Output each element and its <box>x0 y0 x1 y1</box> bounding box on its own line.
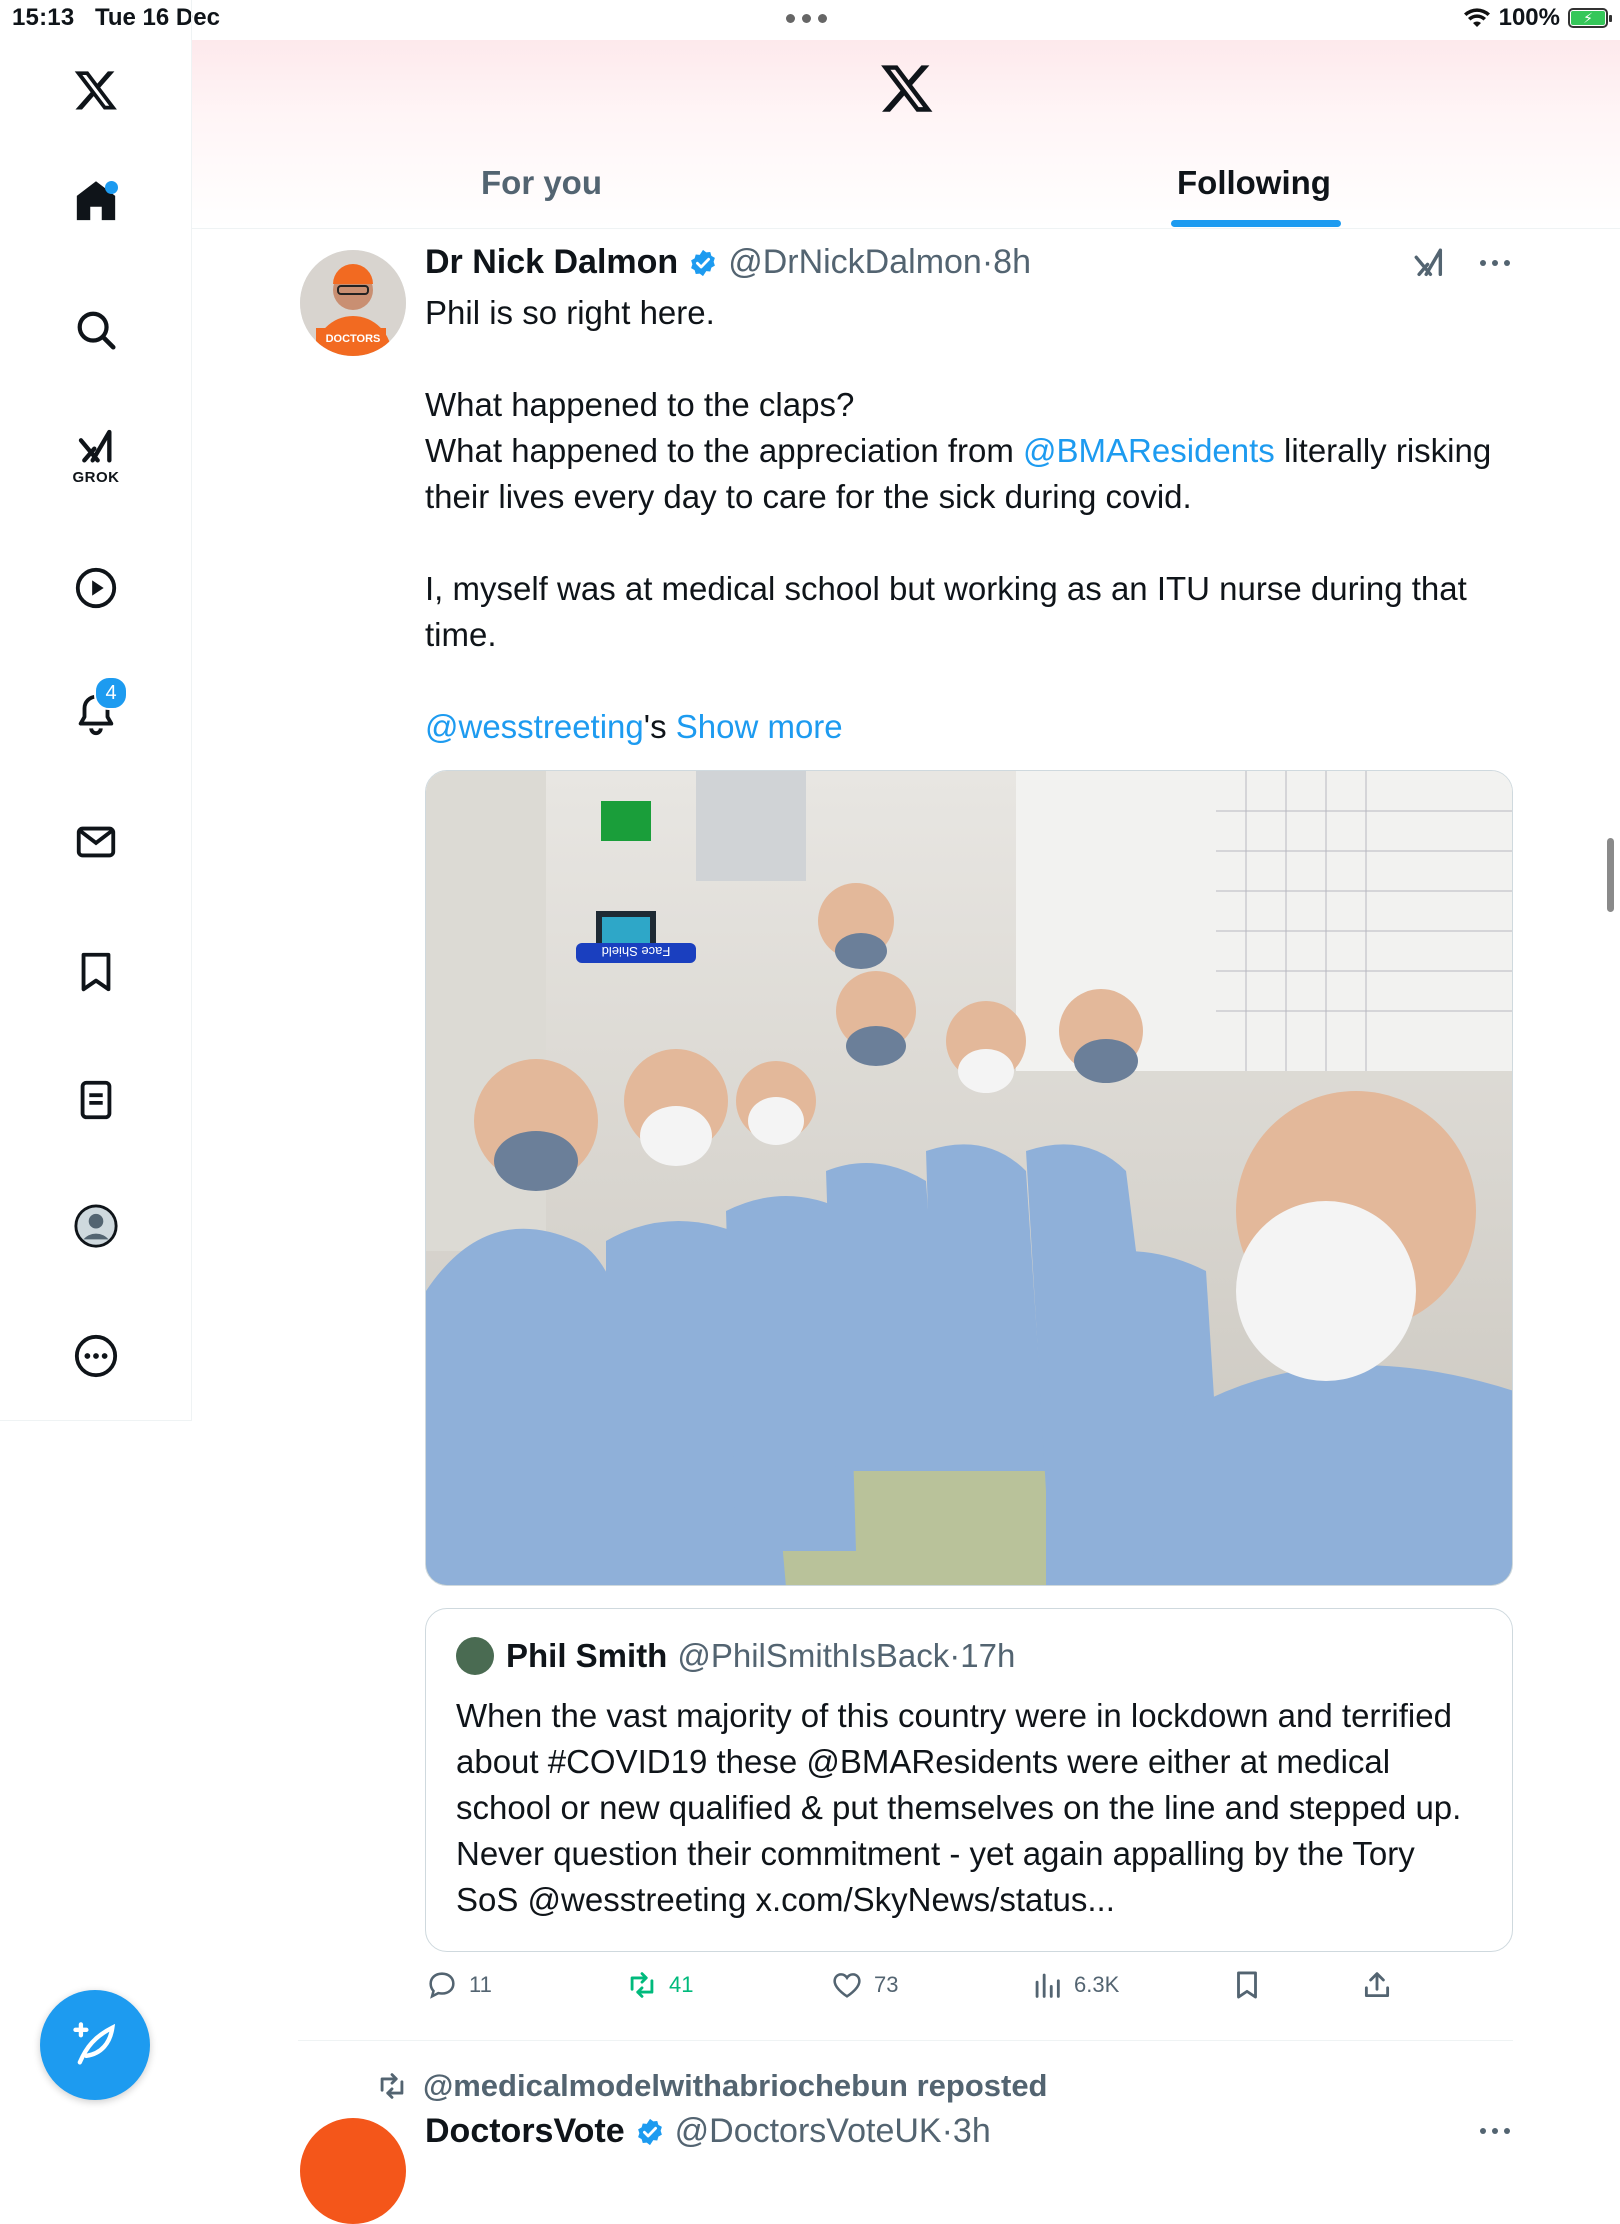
views-button[interactable]: 6.3K <box>1030 1968 1119 2002</box>
tweet-time[interactable]: 8h <box>993 243 1031 282</box>
timeline-header: For you Following <box>192 40 1620 229</box>
mention-link[interactable]: @BMAResidents <box>1023 432 1275 469</box>
reply-button[interactable]: 11 <box>425 1968 492 2002</box>
more-options-icon[interactable] <box>1478 258 1512 268</box>
quoted-tweet-text: When the vast majority of this country w… <box>456 1697 1462 1918</box>
notifications-badge: 4 <box>94 676 128 710</box>
views-count: 6.3K <box>1074 1972 1120 1997</box>
battery-icon: ⚡ <box>1568 8 1612 28</box>
status-right: 100% ⚡ <box>1463 4 1612 32</box>
tab-for-you[interactable]: For you <box>481 164 602 234</box>
tweet-line: Phil is so right here. <box>425 294 715 331</box>
tweet-text: Phil is so right here. What happened to … <box>425 290 1515 750</box>
quoted-author-line: Phil Smith @PhilSmithIsBack · 17h <box>456 1637 1015 1675</box>
avatar <box>456 1637 494 1675</box>
repost-icon <box>630 1972 654 1998</box>
like-button[interactable]: 73 <box>830 1968 898 2002</box>
avatar[interactable]: DOCTORS <box>300 250 406 356</box>
more-circle-icon <box>74 1334 118 1378</box>
bookmark-button[interactable] <box>1230 1968 1264 2002</box>
x-logo-icon[interactable] <box>50 44 142 136</box>
compose-post-button[interactable] <box>40 1990 150 2100</box>
quoted-author-name: Phil Smith <box>506 1637 668 1674</box>
verified-badge-icon <box>637 2118 662 2145</box>
repost-button[interactable]: 41 <box>625 1968 693 2002</box>
reply-count: 11 <box>469 1972 492 1997</box>
sidebar-item-profile[interactable] <box>50 1180 142 1272</box>
home-new-dot <box>105 181 118 194</box>
share-button[interactable] <box>1360 1968 1394 2002</box>
reply-icon <box>429 1972 455 1999</box>
dot-separator: · <box>981 243 994 281</box>
status-bar: 15:13 Tue 16 Dec 100% ⚡ <box>0 0 1620 40</box>
grok-label: GROK <box>72 468 120 486</box>
share-icon <box>1364 1972 1390 1998</box>
quoted-tweet[interactable]: Phil Smith @PhilSmithIsBack · 17h When t… <box>425 1608 1513 1952</box>
author-name[interactable]: DoctorsVote <box>425 2112 625 2151</box>
search-icon <box>77 311 116 350</box>
sidebar-item-video[interactable] <box>50 542 142 634</box>
svg-text:Face Shield: Face Shield <box>602 944 671 959</box>
tweet-author-line: Dr Nick Dalmon @DrNickDalmon · 8h <box>425 243 1031 282</box>
tweet-line: What happened to the appreciation from @… <box>425 432 1492 515</box>
mention-link[interactable]: @wesstreeting <box>425 708 644 745</box>
sidebar-item-search[interactable] <box>50 284 142 376</box>
bookmark-icon <box>1237 1971 1257 1999</box>
profile-avatar-icon <box>74 1204 118 1248</box>
grok-icon <box>78 429 112 462</box>
sidebar-item-messages[interactable] <box>50 796 142 888</box>
tweet-time[interactable]: 3h <box>953 2112 991 2151</box>
avatar[interactable] <box>300 2118 406 2224</box>
author-handle[interactable]: @DoctorsVoteUK <box>675 2112 942 2151</box>
battery-percent: 100% <box>1498 4 1560 31</box>
tweet-line: What happened to the claps? <box>425 386 855 423</box>
sidebar-item-lists[interactable] <box>50 1054 142 1146</box>
sidebar-item-notifications[interactable]: 4 <box>50 668 142 760</box>
author-name[interactable]: Dr Nick Dalmon <box>425 243 678 282</box>
quoted-tweet-time: 17h <box>960 1637 1016 1674</box>
svg-text:DOCTORS: DOCTORS <box>326 333 381 345</box>
repost-icon <box>380 2073 404 2099</box>
verified-badge-icon <box>691 249 716 276</box>
tweet-top-actions <box>1410 246 1512 280</box>
sidebar-item-bookmarks[interactable] <box>50 926 142 1018</box>
play-circle-icon <box>75 567 117 609</box>
show-more-link[interactable]: Show more <box>676 708 843 745</box>
bookmark-icon <box>81 952 111 992</box>
active-tab-indicator <box>1171 220 1341 227</box>
like-count: 73 <box>874 1972 899 1997</box>
tweet-author-line: DoctorsVote @DoctorsVoteUK · 3h <box>425 2112 991 2151</box>
sidebar-item-home[interactable] <box>50 155 142 247</box>
list-icon <box>80 1080 112 1120</box>
x-logo-icon[interactable] <box>879 60 935 116</box>
grok-explain-icon[interactable] <box>1410 246 1448 280</box>
views-chart-icon <box>1035 1973 1060 1998</box>
heart-icon <box>833 1973 861 1998</box>
reposted-by-text[interactable]: @medicalmodelwithabriochebun reposted <box>423 2068 1048 2104</box>
sidebar: GROK 4 <box>0 0 192 1421</box>
dot-separator: · <box>949 1637 961 1674</box>
tweet-line: I, myself was at medical school but work… <box>425 570 1467 653</box>
reposted-by-line: @medicalmodelwithabriochebun reposted <box>375 2068 1048 2104</box>
author-handle[interactable]: @DrNickDalmon <box>728 243 982 282</box>
multitasking-dots[interactable] <box>786 14 827 23</box>
sidebar-item-more[interactable] <box>50 1310 142 1402</box>
sidebar-item-grok[interactable]: GROK <box>50 410 142 502</box>
scrollbar[interactable] <box>1607 838 1614 912</box>
more-options-icon[interactable] <box>1478 2126 1512 2136</box>
repost-count: 41 <box>669 1972 694 1997</box>
tweet-actions: 11 41 73 6.3K <box>425 1968 1425 2016</box>
mail-icon <box>76 826 116 858</box>
tweet-photo[interactable]: Face Shield <box>425 770 1513 1586</box>
quoted-author-handle: @PhilSmithIsBack <box>677 1637 950 1674</box>
compose-feather-icon <box>73 2022 116 2065</box>
dot-separator: · <box>941 2112 953 2150</box>
tweet-line: @wesstreeting's Show more <box>425 708 843 745</box>
tweet-divider <box>298 2040 1513 2041</box>
wifi-icon <box>1463 8 1490 27</box>
